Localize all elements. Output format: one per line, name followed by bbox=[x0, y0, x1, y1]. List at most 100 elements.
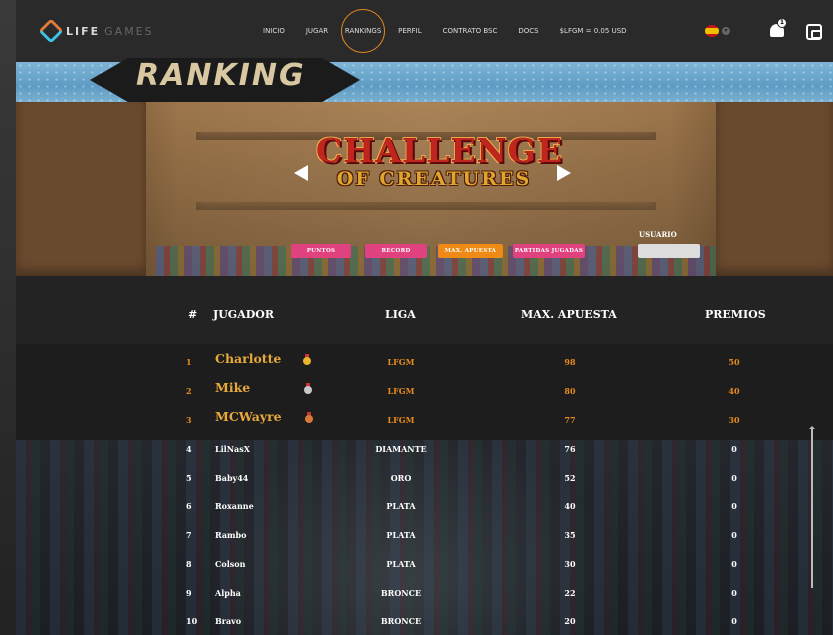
cell-league: BRONCE bbox=[380, 616, 422, 627]
notifications-bell-icon[interactable]: 1 bbox=[768, 18, 787, 40]
table-row[interactable]: 6 Roxanne PLATA 40 0 bbox=[16, 491, 833, 519]
cell-bet: 52 bbox=[564, 472, 576, 483]
cell-prize: 50 bbox=[728, 357, 740, 367]
table-row[interactable]: 9 Alpha BRONCE 22 0 bbox=[16, 578, 833, 606]
table-scrollbar[interactable] bbox=[809, 426, 815, 588]
filter-button-3[interactable]: PARTIDAS JUGADAS bbox=[513, 244, 585, 258]
table-row[interactable]: 10 Bravo BRONCE 20 0 bbox=[16, 606, 833, 634]
game-hero: CHALLENGE OF CREATURES PUNTOS RECORD MAX. … bbox=[16, 102, 833, 276]
cell-player: Alpha bbox=[215, 587, 241, 598]
cell-player: Rambo bbox=[215, 530, 247, 541]
silver-medal-icon bbox=[304, 383, 312, 394]
cell-prize: 30 bbox=[728, 415, 740, 425]
header-player: JUGADOR bbox=[213, 308, 274, 321]
cell-league: LFGM bbox=[387, 357, 415, 367]
cell-league: LFGM bbox=[387, 415, 415, 425]
nav-item-6[interactable]: $LFGM = 0.05 USD bbox=[560, 27, 627, 35]
cell-player: Charlotte bbox=[215, 351, 282, 366]
medal-disc bbox=[304, 386, 312, 394]
user-filter-label: USUARIO bbox=[639, 230, 677, 239]
cell-bet: 22 bbox=[564, 587, 576, 598]
cell-league: PLATA bbox=[386, 530, 416, 541]
logo[interactable]: LIFE GAMES bbox=[38, 18, 154, 44]
ranking-table: # JUGADOR LIGA MAX. APUESTA PREMIOS 1 Cha… bbox=[16, 276, 833, 635]
spain-flag-icon[interactable] bbox=[705, 25, 719, 37]
table-row[interactable]: 1 Charlotte LFGM 98 50 bbox=[16, 348, 833, 376]
language-dropdown-icon[interactable]: ▾ bbox=[722, 27, 730, 35]
nav-item-0[interactable]: INICIO bbox=[263, 27, 285, 35]
page: LIFE GAMES INICIO JUGAR RANKINGS PERFIL CONTR… bbox=[0, 0, 833, 635]
cell-league: BRONCE bbox=[380, 587, 422, 598]
cell-league: ORO bbox=[390, 472, 412, 483]
table-row[interactable]: 8 Colson PLATA 30 0 bbox=[16, 549, 833, 577]
cell-bet: 35 bbox=[564, 530, 576, 541]
shelf-right bbox=[716, 102, 833, 276]
cell-prize: 0 bbox=[731, 501, 737, 512]
cell-bet: 20 bbox=[564, 616, 576, 627]
cell-rank: 1 bbox=[186, 357, 192, 367]
header-prizes: PREMIOS bbox=[705, 308, 766, 321]
next-game-arrow-icon[interactable] bbox=[557, 165, 571, 181]
cell-rank: 2 bbox=[186, 386, 192, 396]
filter-button-0[interactable]: PUNTOS bbox=[291, 244, 351, 258]
cell-player: Colson bbox=[215, 558, 246, 569]
header-league: LIGA bbox=[385, 308, 416, 321]
cell-player: LilNasX bbox=[215, 444, 250, 454]
table-row[interactable]: 3 MCWayre LFGM 77 30 bbox=[16, 406, 833, 434]
cell-prize: 40 bbox=[728, 386, 740, 396]
notification-badge: 1 bbox=[777, 18, 787, 28]
cell-rank: 8 bbox=[186, 558, 192, 569]
logo-text: LIFE GAMES bbox=[66, 25, 154, 38]
wallet-icon[interactable] bbox=[806, 24, 822, 40]
cell-rank: 3 bbox=[186, 415, 192, 425]
nav-item-3[interactable]: PERFIL bbox=[398, 27, 422, 35]
table-row[interactable]: 2 Mike LFGM 80 40 bbox=[16, 377, 833, 405]
cell-bet: 98 bbox=[564, 357, 576, 367]
left-edge-shadow bbox=[0, 0, 16, 635]
gold-medal-icon bbox=[303, 354, 311, 365]
medal-disc bbox=[303, 357, 311, 365]
cell-league: LFGM bbox=[387, 386, 415, 396]
previous-game-arrow-icon[interactable] bbox=[294, 165, 308, 181]
life-games-logo-icon bbox=[38, 18, 64, 44]
cell-rank: 9 bbox=[186, 587, 192, 598]
filter-button-1[interactable]: RECORD bbox=[365, 244, 427, 258]
cell-player: Baby44 bbox=[215, 472, 249, 483]
user-search-input[interactable] bbox=[638, 244, 700, 258]
nav-item-2[interactable]: RANKINGS bbox=[341, 9, 386, 53]
nav-item-5[interactable]: DOCS bbox=[518, 27, 538, 35]
cell-player: Bravo bbox=[215, 616, 242, 627]
table-row[interactable]: 4 LilNasX DIAMANTE 76 0 bbox=[16, 434, 833, 462]
cell-prize: 0 bbox=[731, 530, 737, 541]
cell-bet: 77 bbox=[564, 415, 576, 425]
nav-item-4[interactable]: CONTRATO BSC bbox=[443, 27, 498, 35]
cell-bet: 40 bbox=[564, 501, 576, 512]
cell-rank: 7 bbox=[186, 530, 192, 541]
cell-player: Roxanne bbox=[215, 501, 254, 512]
cell-prize: 0 bbox=[731, 558, 737, 569]
cell-prize: 0 bbox=[731, 587, 737, 598]
game-title-line2: OF CREATURES bbox=[336, 168, 532, 190]
page-title: RANKING bbox=[136, 58, 306, 93]
game-logo: CHALLENGE OF CREATURES bbox=[316, 134, 562, 191]
shelf-left bbox=[16, 102, 146, 276]
cell-league: PLATA bbox=[386, 501, 416, 512]
main-menu: INICIO JUGAR RANKINGS PERFIL CONTRATO BSC DOC… bbox=[263, 0, 648, 62]
table-row[interactable]: 7 Rambo PLATA 35 0 bbox=[16, 520, 833, 548]
nav-item-1[interactable]: JUGAR bbox=[306, 27, 328, 35]
cell-rank: 5 bbox=[186, 472, 192, 483]
books-decoration bbox=[156, 246, 716, 276]
cell-league: DIAMANTE bbox=[375, 444, 427, 454]
cell-league: PLATA bbox=[386, 558, 416, 569]
cell-bet: 80 bbox=[564, 386, 576, 396]
ranking-banner: RANKING bbox=[16, 58, 833, 102]
logo-sub: GAMES bbox=[104, 24, 154, 38]
cell-rank: 4 bbox=[186, 444, 192, 454]
header-rank: # bbox=[188, 308, 198, 321]
cell-prize: 0 bbox=[731, 472, 737, 483]
filter-button-2[interactable]: MAX. APUESTA bbox=[438, 244, 503, 258]
cell-rank: 10 bbox=[186, 616, 198, 627]
table-row[interactable]: 5 Baby44 ORO 52 0 bbox=[16, 463, 833, 491]
cell-player: Mike bbox=[215, 380, 251, 395]
cell-bet: 30 bbox=[564, 558, 576, 569]
